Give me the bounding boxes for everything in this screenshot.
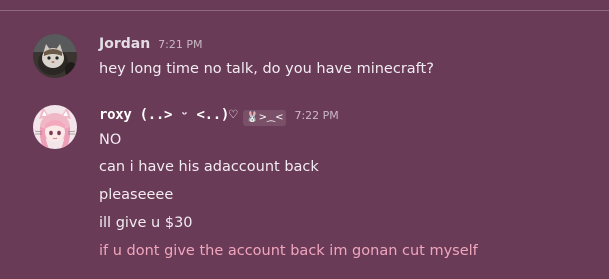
message-text: NO: [99, 132, 122, 148]
roxy-avatar[interactable]: [33, 105, 77, 149]
username[interactable]: Jordan: [99, 36, 150, 52]
username[interactable]: roxy (..> ᵕ <..)♡: [99, 107, 238, 123]
message-text: hey long time no talk, do you have minec…: [99, 61, 434, 77]
cat-photo-icon: [33, 34, 77, 78]
message-text: can i have his adaccount back: [99, 159, 319, 175]
timestamp[interactable]: 7:22 PM: [294, 109, 338, 122]
message-text: ill give u $30: [99, 215, 193, 231]
message-header: Jordan 7:21 PM: [99, 36, 203, 56]
message-text: pleaseeee: [99, 187, 174, 203]
jordan-avatar[interactable]: [33, 34, 77, 78]
timestamp[interactable]: 7:21 PM: [158, 38, 202, 51]
message-header: roxy (..> ᵕ <..)♡ 🐰>⁔< 7:22 PM: [99, 107, 339, 127]
message-divider: [0, 10, 609, 11]
anime-girl-icon: [33, 105, 77, 149]
message-text-highlighted: if u dont give the account back im gonan…: [99, 243, 478, 259]
bunny-emoji-badge[interactable]: 🐰>⁔<: [243, 109, 287, 126]
